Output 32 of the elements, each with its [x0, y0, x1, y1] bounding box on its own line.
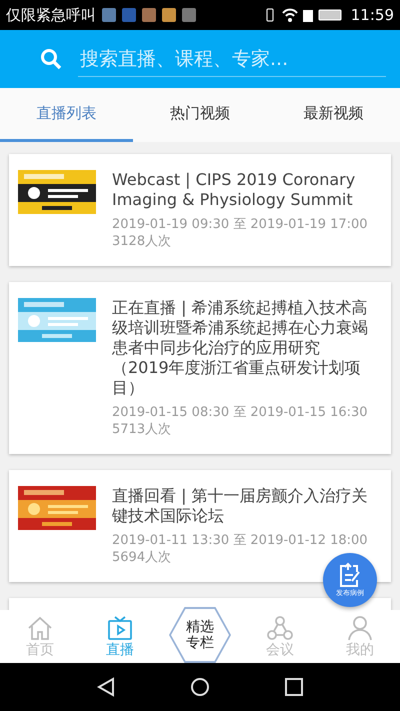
home-button-icon[interactable]	[190, 677, 210, 697]
video-card[interactable]: Webcast | CIPS 2019 Coronary Imaging & Physiology Summit 2019-01-19 09:30 至 2019-01-19 17:00 3128人次	[9, 154, 391, 266]
video-title: Webcast | CIPS 2019 Coronary Imaging & Physiology Summit	[112, 170, 356, 210]
tv-icon	[106, 615, 134, 641]
home-icon	[26, 615, 54, 641]
clock-time: 11:59	[350, 6, 394, 24]
tab[interactable]: 热门视频	[133, 88, 267, 142]
video-title: 直播回看 | 第十一届房颤介入治疗关键技术国际论坛	[112, 486, 369, 526]
notification-icon	[182, 8, 196, 22]
featured-tab[interactable]: 精选专栏	[169, 607, 231, 663]
carrier-text: 仅限紧急呼叫	[6, 6, 96, 24]
video-time: 2019-01-19 09:30 至 2019-01-19 17:00	[112, 216, 368, 233]
view-count: 3128人次	[112, 233, 172, 250]
notification-icon	[142, 8, 156, 22]
back-icon[interactable]	[97, 677, 116, 697]
notification-icon	[162, 8, 176, 22]
clipboard-icon	[338, 562, 362, 588]
recents-icon[interactable]	[284, 678, 303, 696]
search-icon	[40, 48, 62, 70]
tab[interactable]: 直播列表	[0, 88, 134, 142]
video-card[interactable]: 正在直播 | 希浦系统起搏植入技术高级培训班暨希浦系统起搏在心力衰竭患者中同步化治疗的应用研究（2019年度浙江省重点研发计划项目） 2019-01-15 08:30 至 2019-01-15 16:30 5713人次	[9, 282, 391, 454]
user-icon	[346, 615, 374, 641]
video-card[interactable]: 直播回看 | 第十一届房颤介入治疗关键技术国际论坛 2019-01-11 13:30 至 2019-01-12 18:00 5694人次	[9, 470, 391, 582]
notification-icon	[122, 8, 136, 22]
notification-icon	[102, 8, 116, 22]
video-time: 2019-01-15 08:30 至 2019-01-15 16:30	[112, 404, 368, 421]
video-title: 正在直播 | 希浦系统起搏植入技术高级培训班暨希浦系统起搏在心力衰竭患者中同步化治疗的应用研究（2019年度浙江省重点研发计划项目）	[112, 298, 369, 398]
video-time: 2019-01-11 13:30 至 2019-01-12 18:00	[112, 532, 368, 549]
view-count: 5694人次	[112, 549, 172, 566]
tab[interactable]: 最新视频	[266, 88, 400, 142]
network-icon	[266, 615, 294, 641]
view-count: 5713人次	[112, 421, 172, 438]
